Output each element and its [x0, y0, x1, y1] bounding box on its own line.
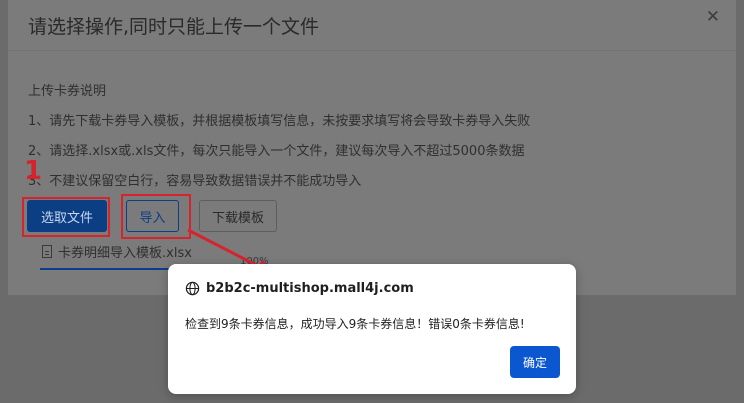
- alert-message: 检查到9条卡券信息，成功导入9条卡券信息！错误0条卡券信息!: [185, 317, 525, 331]
- import-button[interactable]: 导入: [126, 200, 179, 232]
- confirm-button[interactable]: 确定: [510, 346, 560, 378]
- step-number-annotation: 1: [24, 156, 43, 186]
- instructions-title: 上传卡券说明: [28, 84, 107, 99]
- dialog-divider: [8, 50, 736, 51]
- browser-alert-dialog: b2b2c-multishop.mall4j.com 检查到9条卡券信息，成功导…: [168, 264, 576, 394]
- alert-origin: b2b2c-multishop.mall4j.com: [206, 281, 414, 296]
- alert-header: b2b2c-multishop.mall4j.com: [185, 281, 414, 296]
- close-icon[interactable]: ✕: [706, 7, 720, 27]
- select-file-button[interactable]: 选取文件: [27, 200, 107, 232]
- dialog-title: 请选择操作,同时只能上传一个文件: [28, 16, 320, 38]
- upload-dialog: 请选择操作,同时只能上传一个文件 ✕ 上传卡券说明 1、请先下载卡券导入模板，并…: [8, 0, 736, 295]
- instruction-line-1: 1、请先下载卡券导入模板，并根据模板填写信息，未按要求填写将会导致卡券导入失败: [28, 114, 531, 129]
- instruction-line-2: 2、请选择.xlsx或.xls文件，每次只能导入一个文件，建议每次导入不超过50…: [28, 144, 525, 159]
- uploaded-file-name: 卡券明细导入模板.xlsx: [58, 246, 192, 261]
- globe-icon: [185, 281, 200, 296]
- uploaded-file-item[interactable]: 卡券明细导入模板.xlsx: [42, 242, 192, 261]
- instruction-line-3: 3、不建议保留空白行，容易导致数据错误并不能成功导入: [28, 174, 362, 189]
- upload-progress-bar: [40, 268, 176, 270]
- document-icon: [42, 245, 52, 258]
- download-template-button[interactable]: 下载模板: [199, 200, 277, 232]
